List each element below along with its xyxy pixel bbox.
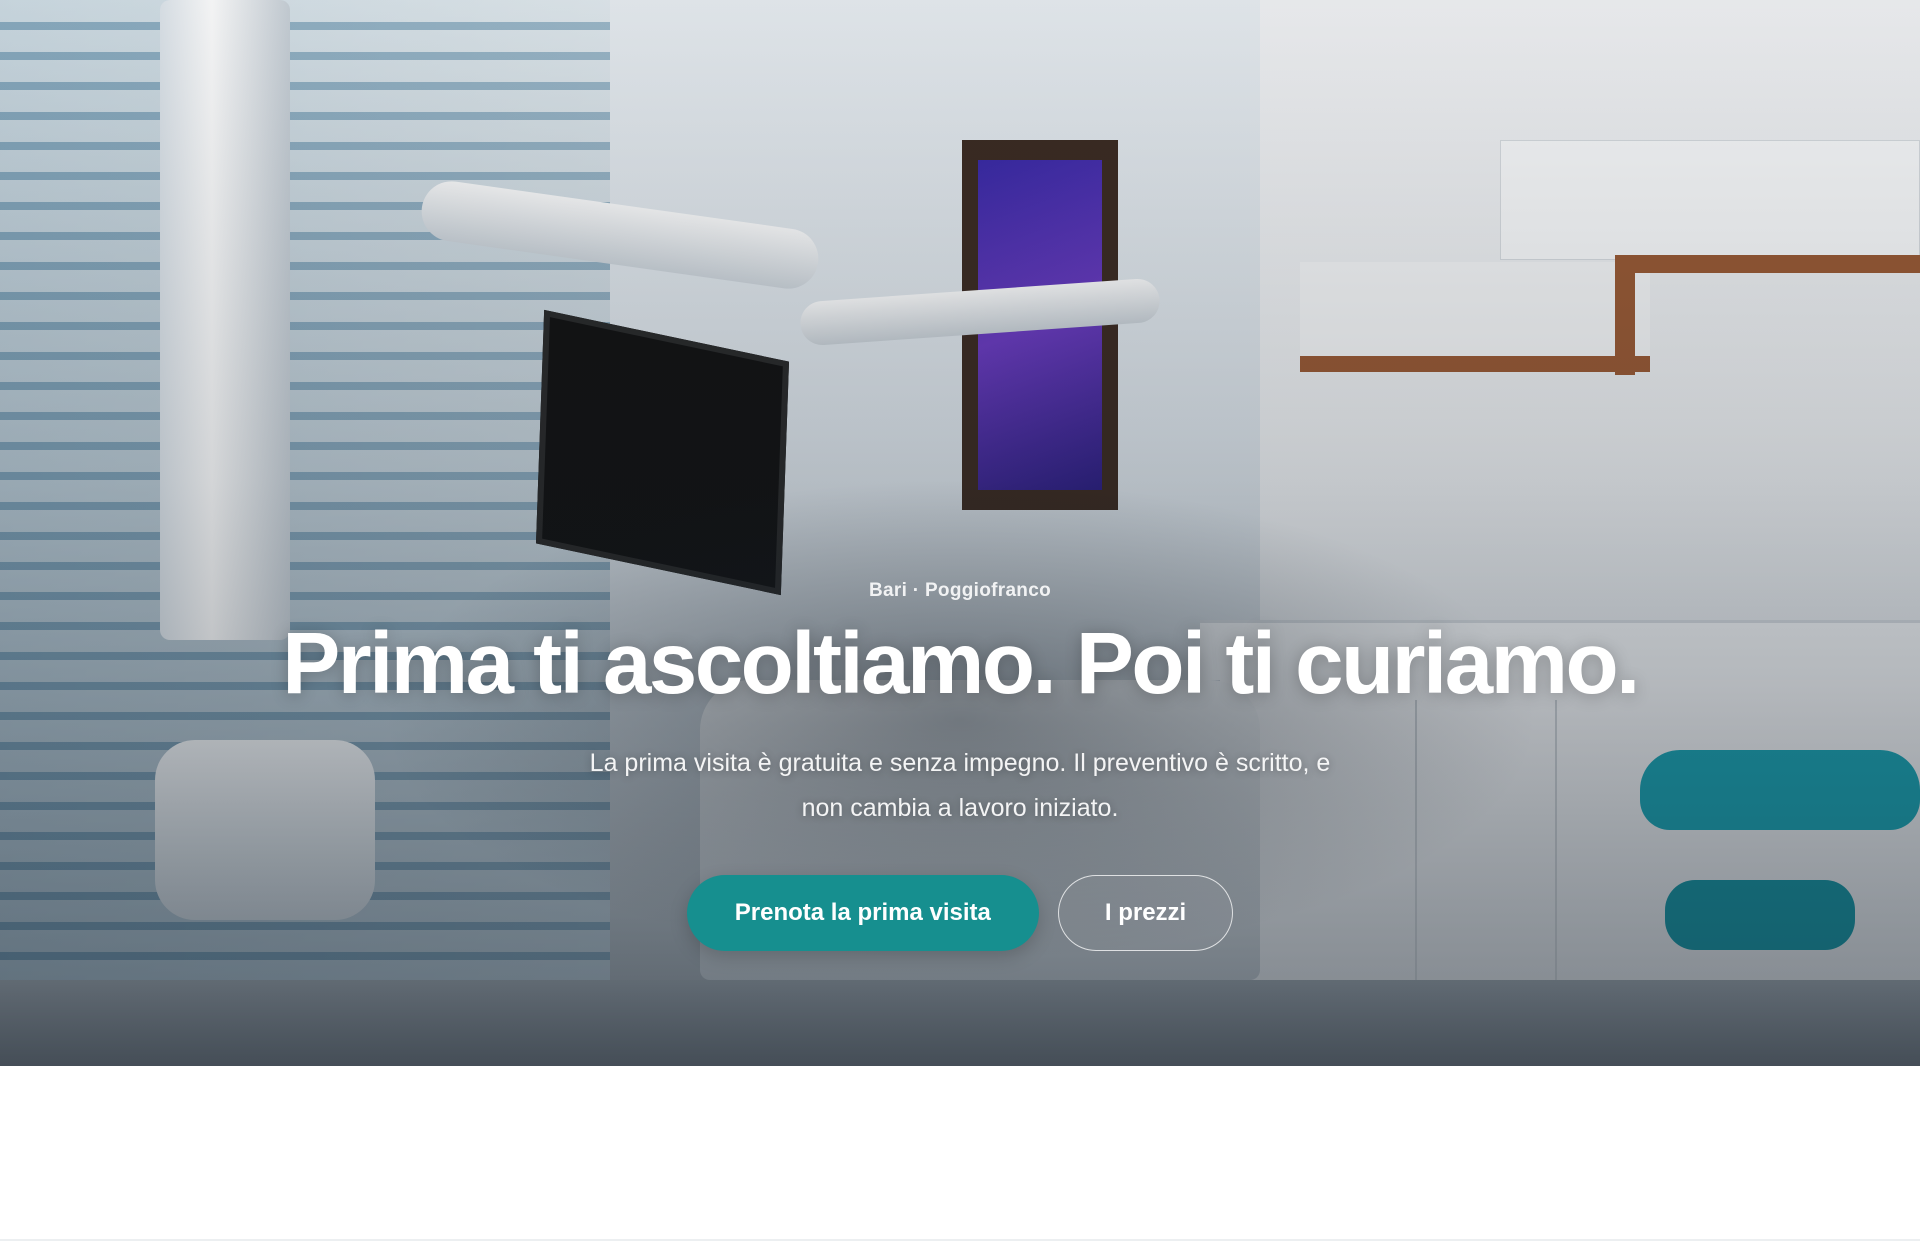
- cta-row: Prenota la prima visita I prezzi: [686, 875, 1234, 951]
- next-section: [0, 1066, 1920, 1241]
- location-eyebrow: Bari · Poggiofranco: [869, 580, 1051, 601]
- hero-headline: Prima ti ascoltiamo. Poi ti curiamo.: [282, 615, 1640, 712]
- hero-subtitle: La prima visita è gratuita e senza impeg…: [589, 749, 1331, 822]
- prices-button[interactable]: I prezzi: [1057, 875, 1234, 951]
- hero-section: Bari · Poggiofranco Prima ti ascoltiamo.…: [0, 0, 1920, 1066]
- hero-content: Bari · Poggiofranco Prima ti ascoltiamo.…: [0, 0, 1920, 1066]
- book-first-visit-button[interactable]: Prenota la prima visita: [686, 875, 1039, 951]
